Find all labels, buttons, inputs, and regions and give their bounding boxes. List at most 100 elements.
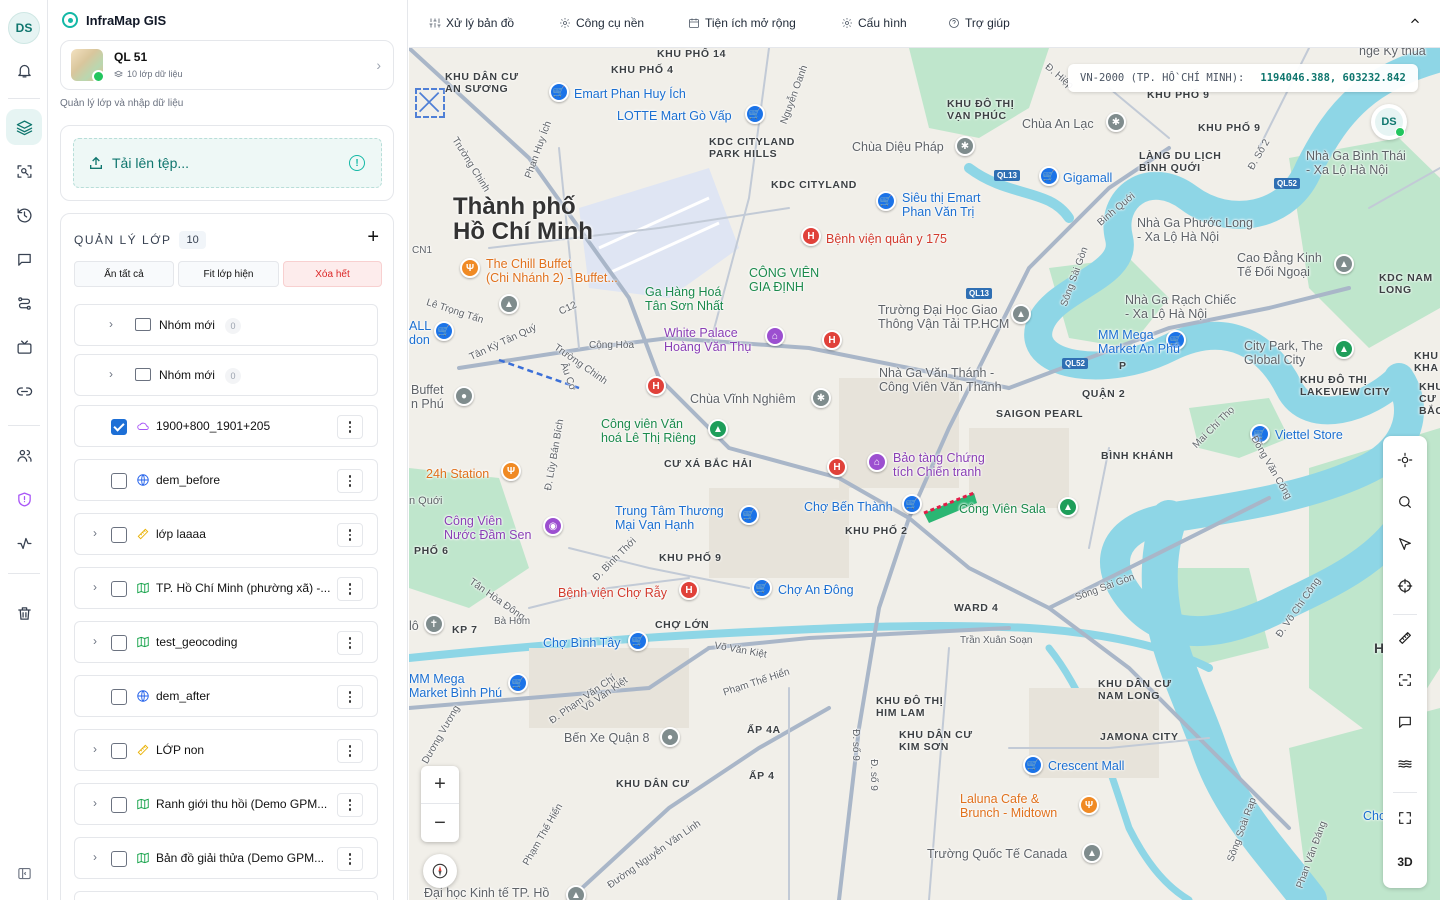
shopping-pin-icon[interactable]: 🛒 xyxy=(628,631,648,651)
layer-visibility-checkbox[interactable] xyxy=(111,527,127,543)
chevron-right-icon[interactable]: › xyxy=(93,850,97,864)
more-options-icon[interactable] xyxy=(337,631,363,655)
school-pin-icon[interactable]: ▲ xyxy=(1334,254,1354,274)
map-canvas[interactable]: Thành phố Hồ Chí Minh 🛒 🛒 ✱ ✱ 🛒 🛒 H Ψ ▲ … xyxy=(409,48,1440,900)
layer-row[interactable]: › LỚP non xyxy=(74,729,378,771)
hospital-pin-icon[interactable]: H xyxy=(822,330,842,350)
ruler-icon[interactable] xyxy=(1393,626,1417,650)
layer-row[interactable]: › Bản đồ giải thửa (Demo GPM... xyxy=(74,837,378,879)
park-pin-icon[interactable]: ▲ xyxy=(708,419,728,439)
activity-icon[interactable] xyxy=(6,525,42,561)
shopping-pin-icon[interactable]: 🛒 xyxy=(739,505,759,525)
layer-visibility-checkbox[interactable] xyxy=(111,689,127,705)
more-options-icon[interactable] xyxy=(337,523,363,547)
more-options-icon[interactable] xyxy=(337,847,363,871)
layer-visibility-checkbox[interactable] xyxy=(111,581,127,597)
place-pin-icon[interactable]: ● xyxy=(454,386,474,406)
chevron-right-icon[interactable]: › xyxy=(93,742,97,756)
layer-row[interactable] xyxy=(74,891,378,900)
hospital-pin-icon[interactable]: H xyxy=(679,580,699,600)
shopping-pin-icon[interactable]: 🛒 xyxy=(434,321,454,341)
close-icon[interactable] xyxy=(415,88,445,118)
chevron-right-icon[interactable]: › xyxy=(93,526,97,540)
info-icon[interactable]: ! xyxy=(349,155,365,171)
collapse-sidebar-icon[interactable] xyxy=(8,858,40,888)
fullscreen-icon[interactable] xyxy=(1393,806,1417,830)
tv-icon[interactable] xyxy=(6,329,42,365)
upload-dropzone[interactable]: Tải lên tệp... ! xyxy=(73,138,382,188)
more-options-icon[interactable] xyxy=(337,685,363,709)
more-options-icon[interactable] xyxy=(337,577,363,601)
chevron-up-icon[interactable] xyxy=(1408,14,1422,31)
menu-extensions[interactable]: Tiện ích mở rộng xyxy=(688,16,796,30)
shopping-pin-icon[interactable]: 🛒 xyxy=(1023,755,1043,775)
layer-row[interactable]: › Ranh giới thu hồi (Demo GPM... xyxy=(74,783,378,825)
layer-visibility-checkbox[interactable] xyxy=(111,419,127,435)
menu-config[interactable]: Cấu hình xyxy=(841,16,907,30)
history-icon[interactable] xyxy=(6,197,42,233)
temple-pin-icon[interactable]: ✱ xyxy=(811,388,831,408)
shopping-pin-icon[interactable]: 🛒 xyxy=(745,104,765,124)
layer-group[interactable]: › Nhóm mới 0 xyxy=(74,304,378,346)
layers-icon[interactable] xyxy=(6,109,42,145)
project-selector[interactable]: QL 51 10 lớp dữ liệu › xyxy=(60,40,394,90)
clear-all-button[interactable]: Xóa hết xyxy=(283,261,382,287)
shopping-pin-icon[interactable]: 🛒 xyxy=(752,578,772,598)
more-options-icon[interactable] xyxy=(337,739,363,763)
museum-pin-icon[interactable]: ⌂ xyxy=(867,452,887,472)
restaurant-pin-icon[interactable]: Ψ xyxy=(460,258,480,278)
layer-group[interactable]: › Nhóm mới 0 xyxy=(74,354,378,396)
layer-row[interactable]: › TP. Hồ Chí Minh (phường xã) -... xyxy=(74,567,378,609)
layer-visibility-checkbox[interactable] xyxy=(111,851,127,867)
scan-search-icon[interactable] xyxy=(6,153,42,189)
temple-pin-icon[interactable]: ✱ xyxy=(955,136,975,156)
layer-visibility-checkbox[interactable] xyxy=(111,473,127,489)
zoom-out-button[interactable]: − xyxy=(421,804,459,842)
cafe-pin-icon[interactable]: Ψ xyxy=(1079,795,1099,815)
layer-row[interactable]: › test_geocoding xyxy=(74,621,378,663)
hospital-pin-icon[interactable]: H xyxy=(827,457,847,477)
school-pin-icon[interactable]: ▲ xyxy=(566,885,586,900)
school-pin-icon[interactable]: ▲ xyxy=(1082,843,1102,863)
bus-station-pin-icon[interactable]: ● xyxy=(660,727,680,747)
trash-icon[interactable] xyxy=(6,595,42,631)
place-pin-icon[interactable]: ✝ xyxy=(424,614,444,634)
chevron-right-icon[interactable]: › xyxy=(93,634,97,648)
more-options-icon[interactable] xyxy=(337,469,363,493)
route-icon[interactable] xyxy=(6,285,42,321)
pointer-icon[interactable] xyxy=(1393,532,1417,556)
user-avatar[interactable]: DS xyxy=(8,12,40,44)
school-pin-icon[interactable]: ▲ xyxy=(499,294,519,314)
layer-visibility-checkbox[interactable] xyxy=(111,797,127,813)
chevron-right-icon[interactable]: › xyxy=(109,367,113,381)
crosshair-icon[interactable] xyxy=(1393,574,1417,598)
users-icon[interactable] xyxy=(6,437,42,473)
shopping-pin-icon[interactable]: 🛒 xyxy=(902,494,922,514)
menu-base-tools[interactable]: Công cụ nền xyxy=(559,16,644,30)
wave-layers-icon[interactable] xyxy=(1393,752,1417,776)
link-icon[interactable] xyxy=(6,373,42,409)
temple-pin-icon[interactable]: ✱ xyxy=(1106,112,1126,132)
chevron-right-icon[interactable]: › xyxy=(93,796,97,810)
area-select-icon[interactable] xyxy=(1393,668,1417,692)
cafe-pin-icon[interactable]: Ψ xyxy=(501,461,521,481)
shopping-pin-icon[interactable]: 🛒 xyxy=(549,82,569,102)
shopping-pin-icon[interactable]: 🛒 xyxy=(1039,166,1059,186)
layer-row[interactable]: 1900+800_1901+205 xyxy=(74,405,378,447)
layer-row[interactable]: dem_after xyxy=(74,675,378,717)
more-options-icon[interactable] xyxy=(337,415,363,439)
shopping-pin-icon[interactable]: 🛒 xyxy=(876,191,896,211)
school-pin-icon[interactable]: ▲ xyxy=(1011,304,1031,324)
add-layer-button[interactable]: + xyxy=(367,227,379,247)
park-pin-icon[interactable]: ◉ xyxy=(543,516,563,536)
layer-visibility-checkbox[interactable] xyxy=(111,635,127,651)
search-icon[interactable] xyxy=(1393,490,1417,514)
coordinate-value[interactable]: 1194046.388, 603232.842 xyxy=(1260,72,1405,84)
layer-visibility-checkbox[interactable] xyxy=(111,743,127,759)
park-pin-icon[interactable]: ▲ xyxy=(1058,497,1078,517)
hospital-pin-icon[interactable]: H xyxy=(646,376,666,396)
shield-icon[interactable] xyxy=(6,481,42,517)
layer-row[interactable]: › lớp laaaa xyxy=(74,513,378,555)
chevron-right-icon[interactable]: › xyxy=(93,580,97,594)
park-pin-icon[interactable]: ▲ xyxy=(1334,339,1354,359)
